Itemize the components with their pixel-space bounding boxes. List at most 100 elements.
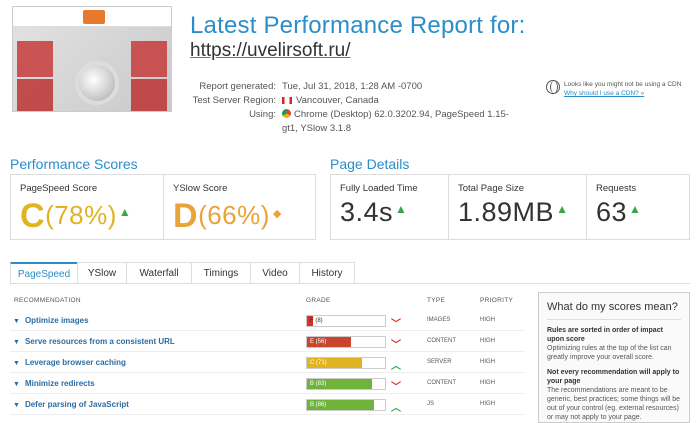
recommendation-name[interactable]: ▼ Serve resources from a consistent URL xyxy=(13,337,175,346)
tab-timings[interactable]: Timings xyxy=(191,262,251,283)
grade-bar: E (56) xyxy=(306,336,386,348)
chevron-up-icon: ︿ xyxy=(391,361,401,372)
pagespeed-percent: (78%) xyxy=(45,200,117,230)
recommendation-name[interactable]: ▼ Defer parsing of JavaScript xyxy=(13,400,129,409)
tab-video[interactable]: Video xyxy=(250,262,300,283)
trend-up-icon: ▲ xyxy=(395,202,408,216)
recommendation-priority: HIGH xyxy=(480,401,495,407)
meta-value: Chrome (Desktop) 62.0.3202.94, PageSpeed… xyxy=(282,108,522,136)
page-size-value: 1.89MB ▲ xyxy=(458,197,577,228)
meta-value: Vancouver, Canada xyxy=(282,94,522,108)
expand-triangle-icon[interactable]: ▼ xyxy=(13,381,20,388)
requests-label: Requests xyxy=(596,183,637,194)
chevron-up-icon: ︿ xyxy=(391,403,401,414)
grade-fill: E (56) xyxy=(307,337,351,347)
tile-icon xyxy=(131,79,167,111)
fully-loaded-time: Fully Loaded Time 3.4s ▲ xyxy=(331,175,449,239)
trend-up-icon: ▲ xyxy=(556,202,569,216)
yslow-grade: D xyxy=(173,197,199,235)
expand-triangle-icon[interactable]: ▼ xyxy=(13,360,20,367)
requests: Requests 63 ▲ xyxy=(587,175,689,239)
table-row[interactable]: ▼ Defer parsing of JavaScript B (86) ︿ JS HIG… xyxy=(10,395,525,415)
grade-bar: F (8) xyxy=(306,315,386,327)
table-row[interactable]: ▼ Serve resources from a consistent URL E … xyxy=(10,332,525,352)
help-text-2: The recommendations are meant to be gene… xyxy=(547,387,681,421)
recommendation-name[interactable]: ▼ Optimize images xyxy=(13,316,89,325)
grade-bar: C (71) xyxy=(306,357,386,369)
canada-flag-icon xyxy=(282,96,292,104)
meta-key: Test Server Region: xyxy=(192,95,276,106)
region-text: Vancouver, Canada xyxy=(296,95,379,106)
recommendation-name[interactable]: ▼ Minimize redirects xyxy=(13,379,95,388)
scores-help-title: What do my scores mean? xyxy=(547,301,681,320)
pagespeed-grade: C xyxy=(20,197,46,235)
grade-fill: B (83) xyxy=(307,379,372,389)
cdn-note: Looks like you might not be using a CDN xyxy=(564,81,682,88)
requests-text: 63 xyxy=(596,197,628,227)
chevron-down-icon: ﹀ xyxy=(391,340,401,351)
tab-pagespeed[interactable]: PageSpeed xyxy=(10,262,78,283)
recommendation-type: CONTENT xyxy=(427,338,456,344)
tab-history[interactable]: History xyxy=(299,262,355,283)
report-title: Latest Performance Report for: xyxy=(190,12,526,39)
table-row[interactable]: ▼ Optimize images F (8) ﹀ IMAGES HIGH xyxy=(10,311,525,331)
recommendation-text: Defer parsing of JavaScript xyxy=(24,400,129,409)
load-time-label: Fully Loaded Time xyxy=(340,183,418,194)
col-recommendation: RECOMMENDATION xyxy=(14,297,81,304)
recommendation-priority: HIGH xyxy=(480,317,495,323)
globe-icon xyxy=(546,80,560,94)
col-priority: PRIORITY xyxy=(480,297,514,304)
cdn-link[interactable]: Why should I use a CDN? » xyxy=(564,90,644,97)
chevron-down-icon: ﹀ xyxy=(391,382,401,393)
pagespeed-score: PageSpeed Score C(78%) ▲ xyxy=(11,175,164,239)
using-text: Chrome (Desktop) 62.0.3202.94, PageSpeed… xyxy=(282,109,509,134)
recommendation-text: Serve resources from a consistent URL xyxy=(24,337,175,346)
load-time-value: 3.4s ▲ xyxy=(340,197,439,228)
recommendation-type: SERVER xyxy=(427,359,452,365)
requests-value: 63 ▲ xyxy=(596,197,680,228)
tile-icon xyxy=(17,41,53,77)
chevron-down-icon: ﹀ xyxy=(391,319,401,330)
scores-help-panel: What do my scores mean? Rules are sorted… xyxy=(538,292,690,423)
meta-key: Using: xyxy=(249,109,276,120)
grade-fill: B (86) xyxy=(307,400,375,410)
help-heading-2: Not every recommendation will apply to y… xyxy=(547,369,680,385)
table-row[interactable]: ▼ Leverage browser caching C (71) ︿ SERVER HI… xyxy=(10,353,525,373)
yslow-label: YSlow Score xyxy=(173,183,228,194)
recommendation-type: JS xyxy=(427,401,435,407)
meta-row-region: Test Server Region: Vancouver, Canada xyxy=(190,94,522,108)
expand-triangle-icon[interactable]: ▼ xyxy=(13,402,20,409)
recommendation-priority: HIGH xyxy=(480,359,495,365)
recommendation-priority: HIGH xyxy=(480,338,495,344)
pagespeed-label: PageSpeed Score xyxy=(20,183,98,194)
page-details-title: Page Details xyxy=(330,156,410,172)
grade-bar: B (86) xyxy=(306,399,386,411)
recommendation-type: CONTENT xyxy=(427,380,456,386)
tab-waterfall[interactable]: Waterfall xyxy=(126,262,192,283)
expand-triangle-icon[interactable]: ▼ xyxy=(13,318,20,325)
tile-icon xyxy=(131,41,167,77)
yslow-value: D(66%) ◆ xyxy=(173,197,306,236)
thumbnail-hero xyxy=(13,27,171,111)
report-url[interactable]: https://uvelirsoft.ru/ xyxy=(190,40,351,62)
recommendation-text: Minimize redirects xyxy=(24,379,95,388)
report-tabs: PageSpeed YSlow Waterfall Timings Video … xyxy=(10,262,365,284)
total-page-size: Total Page Size 1.89MB ▲ xyxy=(449,175,587,239)
grade-fill: F (8) xyxy=(307,316,323,326)
recommendation-text: Leverage browser caching xyxy=(24,358,126,367)
help-heading-1: Rules are sorted in order of impact upon… xyxy=(547,327,663,343)
grade-fill: C (71) xyxy=(307,358,363,368)
recommendation-priority: HIGH xyxy=(480,380,495,386)
cdn-notice: Looks like you might not be using a CDN … xyxy=(546,80,696,98)
col-type: TYPE xyxy=(427,297,446,304)
trend-up-icon: ▲ xyxy=(118,205,132,219)
performance-scores-title: Performance Scores xyxy=(10,156,138,172)
site-logo-icon xyxy=(83,10,105,24)
yslow-percent: (66%) xyxy=(198,200,270,230)
table-row[interactable]: ▼ Minimize redirects B (83) ﹀ CONTENT HIGH xyxy=(10,374,525,394)
meta-value: Tue, Jul 31, 2018, 1:28 AM -0700 xyxy=(282,81,423,92)
tab-yslow[interactable]: YSlow xyxy=(77,262,127,283)
pagespeed-value: C(78%) ▲ xyxy=(20,197,154,236)
recommendation-name[interactable]: ▼ Leverage browser caching xyxy=(13,358,126,367)
expand-triangle-icon[interactable]: ▼ xyxy=(13,339,20,346)
